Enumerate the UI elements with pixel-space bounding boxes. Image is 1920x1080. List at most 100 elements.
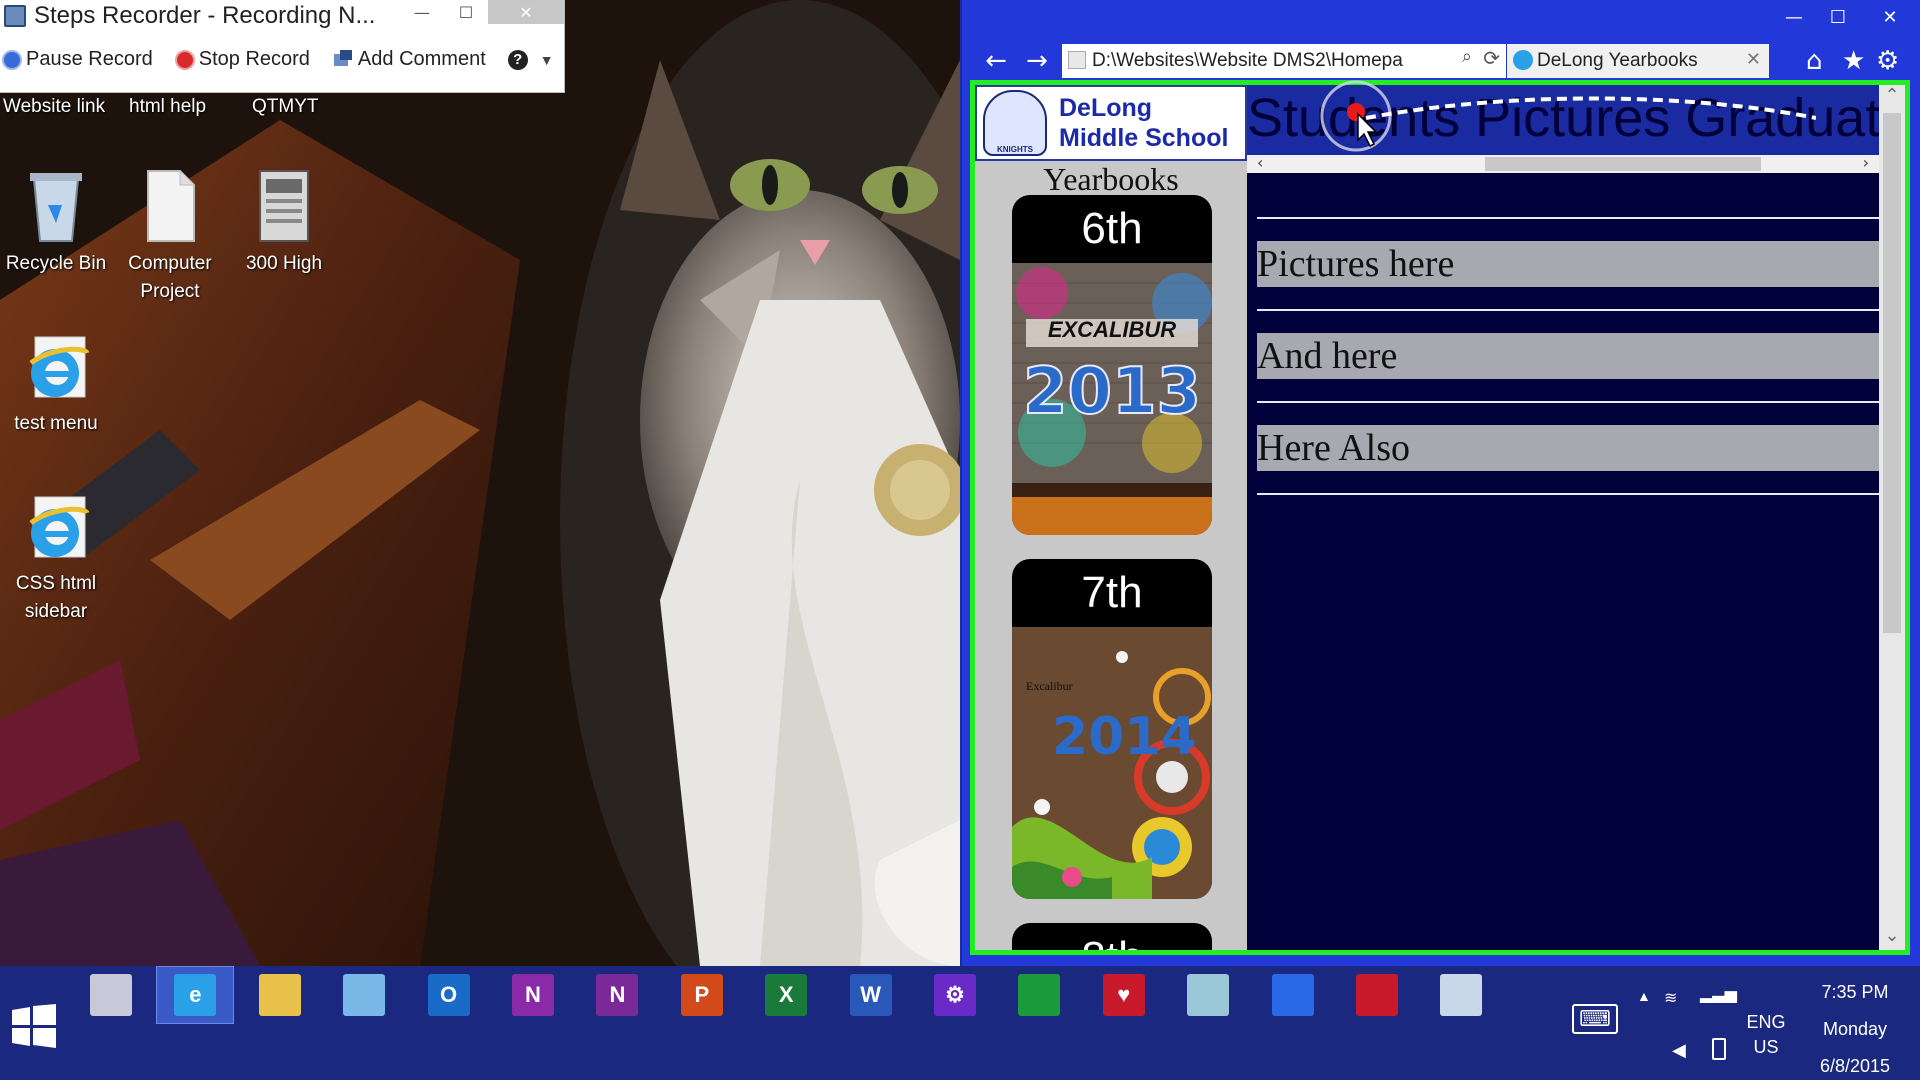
home-icon[interactable]: ⌂ [1806, 46, 1823, 76]
steps-recorder-title: Steps Recorder - Recording N... [34, 2, 376, 29]
file-explorer-icon [258, 974, 301, 1016]
recycle-bin-label: Recycle Bin [5, 253, 107, 274]
desktop-link-website[interactable]: Website link [3, 96, 105, 118]
ie-icon [21, 332, 91, 404]
network-icon[interactable]: ≋ [1664, 988, 1677, 1008]
school-logo-header[interactable]: KNIGHTS DeLong Middle School [975, 85, 1247, 161]
taskbar-store-button[interactable] [1000, 966, 1078, 1024]
desktop-link-qtmyt[interactable]: QTMYT [252, 96, 319, 118]
scroll-down-icon[interactable]: ⌄ [1879, 925, 1905, 946]
taskbar-word-button[interactable]: W [832, 966, 910, 1024]
browser-maximize-button[interactable]: ☐ [1816, 0, 1860, 34]
taskbar-performance-monitor-button[interactable] [72, 966, 150, 1024]
content-links: Pictures here And here Here Also [1257, 217, 1879, 517]
page-icon [1068, 51, 1086, 69]
scroll-up-icon[interactable]: ⌃ [1879, 85, 1905, 106]
stop-record-button[interactable]: Stop Record [174, 48, 310, 71]
powerpoint-icon: P [680, 974, 723, 1016]
settings-icon: ⚙ [934, 974, 976, 1016]
recorder-click-overlay [1320, 80, 1816, 152]
pause-icon [2, 49, 22, 70]
refresh-icon[interactable]: ⟳ [1483, 46, 1500, 71]
desktop-icon-300-high[interactable]: 300 High [229, 168, 339, 278]
taskbar-settings-button[interactable]: ⚙ [916, 966, 994, 1024]
remote-desktop-icon [343, 974, 386, 1016]
taskbar-steps-recorder-button[interactable] [1422, 966, 1500, 1024]
iheartradio-icon: ♥ [1102, 974, 1145, 1016]
steps-recorder-icon [1440, 974, 1483, 1016]
outlook-icon: O [427, 974, 470, 1016]
desktop-icon-recycle-bin[interactable]: Recycle Bin [1, 168, 111, 278]
favorites-icon[interactable]: ★ [1842, 46, 1865, 76]
language-indicator[interactable]: ENG US [1746, 1012, 1786, 1058]
taskbar-onenote-clipper-button[interactable]: N [578, 966, 656, 1024]
keyboard-icon[interactable]: ⌨ [1572, 1004, 1618, 1034]
desktop-link-html-help[interactable]: html help [129, 96, 206, 118]
acrobat-icon [1356, 974, 1398, 1016]
battery-icon[interactable] [1712, 1038, 1726, 1060]
steps-recorder-window-controls: — ☐ ✕ [400, 0, 564, 26]
back-button[interactable]: ← [981, 46, 1011, 76]
close-button[interactable]: ✕ [488, 0, 564, 24]
taskbar-excel-button[interactable]: X [747, 966, 825, 1024]
speaker-icon[interactable]: ◀ [1672, 1040, 1686, 1061]
vertical-scrollbar[interactable]: ⌃ ⌄ [1879, 85, 1905, 950]
css-html-sidebar-label: CSS html sidebar [15, 573, 97, 622]
scrollbar-thumb[interactable] [1883, 113, 1901, 633]
taskbar-acrobat-button[interactable] [1338, 966, 1416, 1024]
crest-text: KNIGHTS [997, 145, 1033, 154]
taskbar-windows-app-button[interactable] [1254, 966, 1332, 1024]
school-name: DeLong Middle School [1059, 93, 1228, 153]
link-here-also[interactable]: Here Also [1257, 425, 1879, 471]
taskbar-remote-desktop-button[interactable] [325, 966, 403, 1024]
forward-button[interactable]: → [1022, 46, 1052, 76]
taskbar-internet-explorer-button[interactable]: e [156, 966, 235, 1024]
scroll-right-icon[interactable]: › [1863, 153, 1869, 172]
browser-tab[interactable]: DeLong Yearbooks ✕ [1507, 44, 1769, 78]
steps-recorder-toolbar: Pause Record Stop Record Add Comment ? ▼ [2, 48, 554, 71]
ie-tab-icon [1513, 50, 1533, 70]
maximize-button[interactable]: ☐ [444, 0, 488, 24]
link-and-here[interactable]: And here [1257, 333, 1879, 379]
search-icon[interactable]: ⌕ [1462, 46, 1472, 67]
taskbar-notes-app-button[interactable] [1169, 966, 1247, 1024]
clock[interactable]: 7:35 PM Monday 6/8/2015 [1800, 974, 1910, 1080]
chevron-down-icon[interactable]: ▼ [540, 52, 554, 68]
cat-photo [0, 0, 960, 966]
windows-logo-icon[interactable] [12, 1004, 56, 1052]
taskbar-iheartradio-button[interactable]: ♥ [1085, 966, 1163, 1024]
settings-icon[interactable]: ⚙ [1876, 46, 1899, 76]
onenote-clipper-icon: N [596, 974, 639, 1016]
address-bar[interactable]: D:\Websites\Website DMS2\Homepa ⟳ ⌕ [1062, 44, 1506, 78]
webpage-viewport: KNIGHTS DeLong Middle School Yearbooks 6… [970, 80, 1910, 955]
divider [1257, 217, 1879, 219]
taskbar-onenote-button[interactable]: N [494, 966, 572, 1024]
taskbar-powerpoint-button[interactable]: P [663, 966, 741, 1024]
browser-minimize-button[interactable]: — [1772, 0, 1816, 34]
add-comment-button[interactable]: Add Comment [332, 48, 486, 71]
browser-close-button[interactable]: ✕ [1860, 0, 1920, 34]
desktop-wallpaper [0, 0, 960, 966]
signal-icon[interactable]: ▂▃▅ [1700, 984, 1737, 1004]
yearbook-card-7th[interactable]: 7th Excalibur 2014 [1012, 559, 1212, 899]
minimize-button[interactable]: — [400, 0, 444, 24]
test-menu-label: test menu [14, 413, 98, 434]
clock-date: 6/8/2015 [1819, 1056, 1891, 1076]
show-hidden-icons-icon[interactable]: ▲ [1637, 988, 1651, 1004]
divider [1257, 493, 1879, 495]
pause-record-button[interactable]: Pause Record [2, 48, 153, 71]
taskbar-outlook-button[interactable]: O [410, 966, 488, 1024]
desktop-icon-computer-project[interactable]: Computer Project [115, 168, 225, 306]
yearbook-card-6th[interactable]: 6th EXCALIBUR 2013 [1012, 195, 1212, 535]
excel-icon: X [765, 974, 808, 1016]
tab-close-icon[interactable]: ✕ [1746, 49, 1761, 70]
taskbar-file-explorer-button[interactable] [241, 966, 319, 1024]
link-pictures-here[interactable]: Pictures here [1257, 241, 1879, 287]
notes-app-icon [1187, 974, 1230, 1016]
desktop-icon-css-html-sidebar[interactable]: CSS html sidebar [1, 492, 111, 626]
help-button[interactable]: ? ▼ [507, 49, 554, 70]
tab-title: DeLong Yearbooks [1537, 50, 1698, 71]
desktop-icon-test-menu[interactable]: test menu [1, 332, 111, 438]
yearbook-card-8th[interactable]: 8th [1012, 923, 1212, 950]
scroll-left-icon[interactable]: ‹ [1257, 153, 1263, 172]
